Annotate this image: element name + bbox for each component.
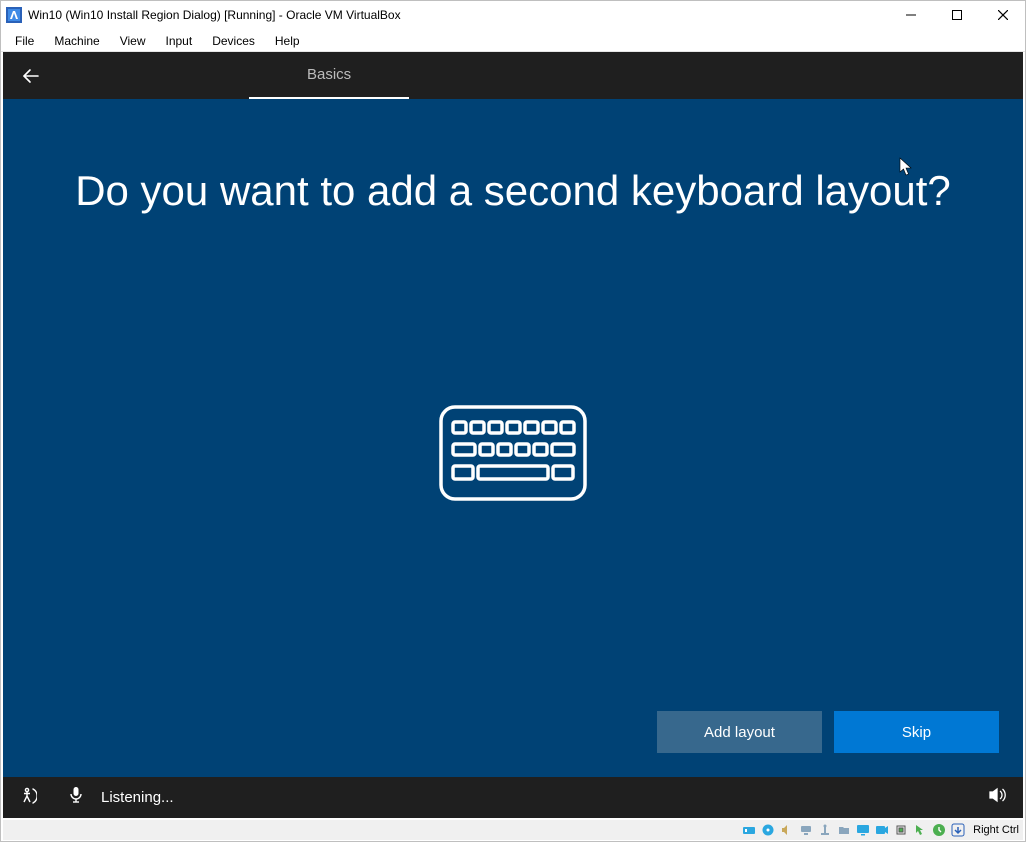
menubar: File Machine View Input Devices Help (0, 30, 1026, 52)
close-button[interactable] (980, 0, 1026, 30)
shared-folders-icon[interactable] (836, 822, 852, 838)
menu-view[interactable]: View (110, 32, 156, 50)
oobe-taskbar: Listening... (3, 777, 1023, 818)
maximize-button[interactable] (934, 0, 980, 30)
add-layout-button[interactable]: Add layout (657, 711, 822, 753)
volume-icon[interactable] (989, 787, 1007, 808)
recording-icon[interactable] (874, 822, 890, 838)
window-title: Win10 (Win10 Install Region Dialog) [Run… (28, 8, 888, 22)
cpu-icon[interactable] (893, 822, 909, 838)
oobe-canvas: Do you want to add a second keyboard lay… (3, 99, 1023, 777)
hostkey-indicator-icon[interactable] (950, 822, 966, 838)
tab-label: Basics (307, 66, 351, 83)
skip-label: Skip (902, 724, 931, 741)
menu-file[interactable]: File (5, 32, 44, 50)
network-icon[interactable] (798, 822, 814, 838)
keyboard-capture-icon[interactable] (931, 822, 947, 838)
audio-icon[interactable] (779, 822, 795, 838)
page-heading: Do you want to add a second keyboard lay… (3, 167, 1023, 215)
menu-devices[interactable]: Devices (202, 32, 265, 50)
minimize-button[interactable] (888, 0, 934, 30)
keyboard-icon (438, 404, 588, 507)
microphone-icon[interactable] (69, 786, 83, 809)
mouse-integration-icon[interactable] (912, 822, 928, 838)
oobe-header: Basics (3, 52, 1023, 99)
menu-machine[interactable]: Machine (44, 32, 109, 50)
virtualbox-logo-icon (6, 7, 22, 23)
listening-status: Listening... (101, 789, 989, 806)
menu-help[interactable]: Help (265, 32, 310, 50)
hostkey-label: Right Ctrl (973, 824, 1019, 836)
usb-icon[interactable] (817, 822, 833, 838)
tab-basics[interactable]: Basics (249, 52, 409, 99)
menu-input[interactable]: Input (156, 32, 203, 50)
button-row: Add layout Skip (657, 711, 999, 753)
back-button[interactable] (3, 52, 59, 99)
guest-display[interactable]: Basics Do you want to add a second keybo… (3, 52, 1023, 818)
mouse-cursor-icon (899, 157, 913, 182)
add-layout-label: Add layout (704, 724, 775, 741)
display-icon[interactable] (855, 822, 871, 838)
harddisk-icon[interactable] (741, 822, 757, 838)
vbox-statusbar: Right Ctrl (3, 820, 1023, 840)
accessibility-icon[interactable] (19, 787, 37, 809)
titlebar: Win10 (Win10 Install Region Dialog) [Run… (0, 0, 1026, 30)
optical-icon[interactable] (760, 822, 776, 838)
skip-button[interactable]: Skip (834, 711, 999, 753)
